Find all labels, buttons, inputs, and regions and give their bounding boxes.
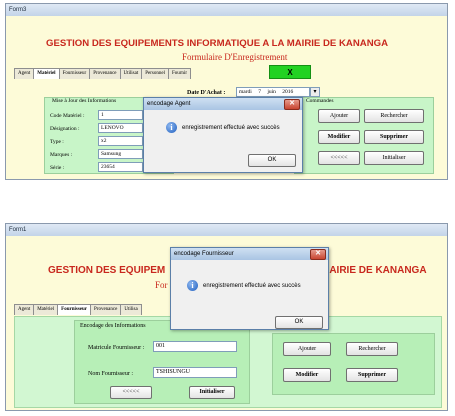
supprimer-button[interactable]: Supprimer	[346, 368, 398, 382]
marques-field[interactable]: Samsung	[98, 149, 143, 159]
nom-fournisseur-label: Nom Fournisseur :	[88, 371, 133, 377]
tab-fournir[interactable]: Fournir	[167, 68, 191, 79]
app-banner: GESTION DES EQUIPEMENTS INFORMATIQUE A L…	[46, 38, 389, 49]
info-icon: i	[187, 280, 198, 291]
tab-strip: Agent Matériel Fournisseur Provenance Ut…	[14, 304, 142, 315]
designation-label: Désignation :	[50, 126, 80, 132]
ajouter-button[interactable]: Ajouter	[318, 109, 360, 123]
code-materiel-field[interactable]: 1	[98, 110, 143, 120]
dialog-close-icon[interactable]: ✕	[284, 99, 300, 110]
previous-button[interactable]: <<<<<	[318, 151, 360, 165]
calendar-dropdown-icon[interactable]: ▾	[310, 87, 320, 97]
form-subtitle: For	[155, 280, 168, 290]
code-materiel-label: Code Matériel :	[50, 113, 85, 119]
dialog-ok-button[interactable]: OK	[275, 316, 323, 329]
tab-utilisat[interactable]: Utilisat	[119, 68, 143, 79]
marques-label: Marques :	[50, 152, 73, 158]
designation-field[interactable]: LENOVO	[98, 123, 143, 133]
serie-label: Série :	[50, 165, 65, 171]
matricule-field[interactable]: 001	[153, 341, 237, 352]
success-dialog-fournisseur: encodage Fournisseur ✕ i enregistrement …	[170, 247, 329, 330]
window-title: Form3	[6, 4, 447, 16]
dialog-title: encodage Agent	[144, 98, 302, 110]
date-num: 7	[258, 89, 261, 95]
modifier-button[interactable]: Modifier	[283, 368, 331, 382]
ajouter-button[interactable]: Ajouter	[283, 342, 331, 356]
serie-field[interactable]: 23654	[98, 162, 143, 172]
type-label: Type :	[50, 139, 64, 145]
close-x-button[interactable]: X	[269, 65, 311, 79]
date-month: juin	[267, 89, 276, 95]
commands-title: Commandes	[306, 98, 334, 104]
initialiser-button[interactable]: Initialiser	[189, 386, 235, 399]
tab-materiel[interactable]: Matériel	[33, 68, 60, 79]
previous-button[interactable]: <<<<<	[110, 386, 152, 399]
info-icon: i	[166, 122, 177, 133]
app-banner-left: GESTION DES EQUIPEM	[48, 265, 166, 276]
window-title: Form1	[6, 224, 447, 236]
tab-strip: Agent Matériel Fournisseur Provenance Ut…	[14, 68, 191, 79]
rechercher-button[interactable]: Rechercher	[346, 342, 398, 356]
section-title: Mise à Jour des Informations	[52, 98, 117, 104]
dialog-title: encodage Fournisseur	[171, 248, 328, 260]
date-year: 2016	[282, 89, 294, 95]
dialog-message: enregistrement effectué avec succès	[203, 283, 301, 289]
type-field[interactable]: x2	[98, 136, 143, 146]
tab-provenance[interactable]: Provenance	[89, 68, 121, 79]
tab-fournisseur[interactable]: Fournisseur	[57, 304, 92, 315]
tab-personnel[interactable]: Personnel	[141, 68, 169, 79]
section-title: Encodage des Informations	[80, 323, 146, 329]
supprimer-button[interactable]: Supprimer	[364, 130, 424, 144]
matricule-label: Matricule Fournisseur :	[88, 345, 145, 351]
rechercher-button[interactable]: Rechercher	[364, 109, 424, 123]
modifier-button[interactable]: Modifier	[318, 130, 360, 144]
form-subtitle: Formulaire D'Enregistrement	[182, 52, 288, 62]
dialog-ok-button[interactable]: OK	[248, 154, 296, 167]
date-day: mardi	[239, 89, 252, 95]
dialog-message: enregistrement effectué avec succès	[182, 125, 280, 131]
success-dialog-agent: encodage Agent ✕ i enregistrement effect…	[143, 97, 303, 173]
tab-fournisseur[interactable]: Fournisseur	[58, 68, 91, 79]
tab-agent[interactable]: Agent	[14, 68, 35, 79]
tab-materiel[interactable]: Matériel	[33, 304, 59, 315]
tab-agent[interactable]: Agent	[14, 304, 35, 315]
nom-fournisseur-field[interactable]: TSHISUNGU	[153, 367, 237, 378]
dialog-close-icon[interactable]: ✕	[310, 249, 326, 260]
tab-provenance[interactable]: Provenance	[90, 304, 122, 315]
tab-utilisa[interactable]: Utilisa	[120, 304, 142, 315]
initialiser-button[interactable]: Initialiser	[364, 151, 424, 165]
date-label: Date D'Achat :	[187, 90, 226, 96]
date-picker[interactable]: mardi 7 juin 2016	[236, 87, 310, 97]
app-banner-right: MAIRIE DE KANANGA	[321, 265, 427, 276]
